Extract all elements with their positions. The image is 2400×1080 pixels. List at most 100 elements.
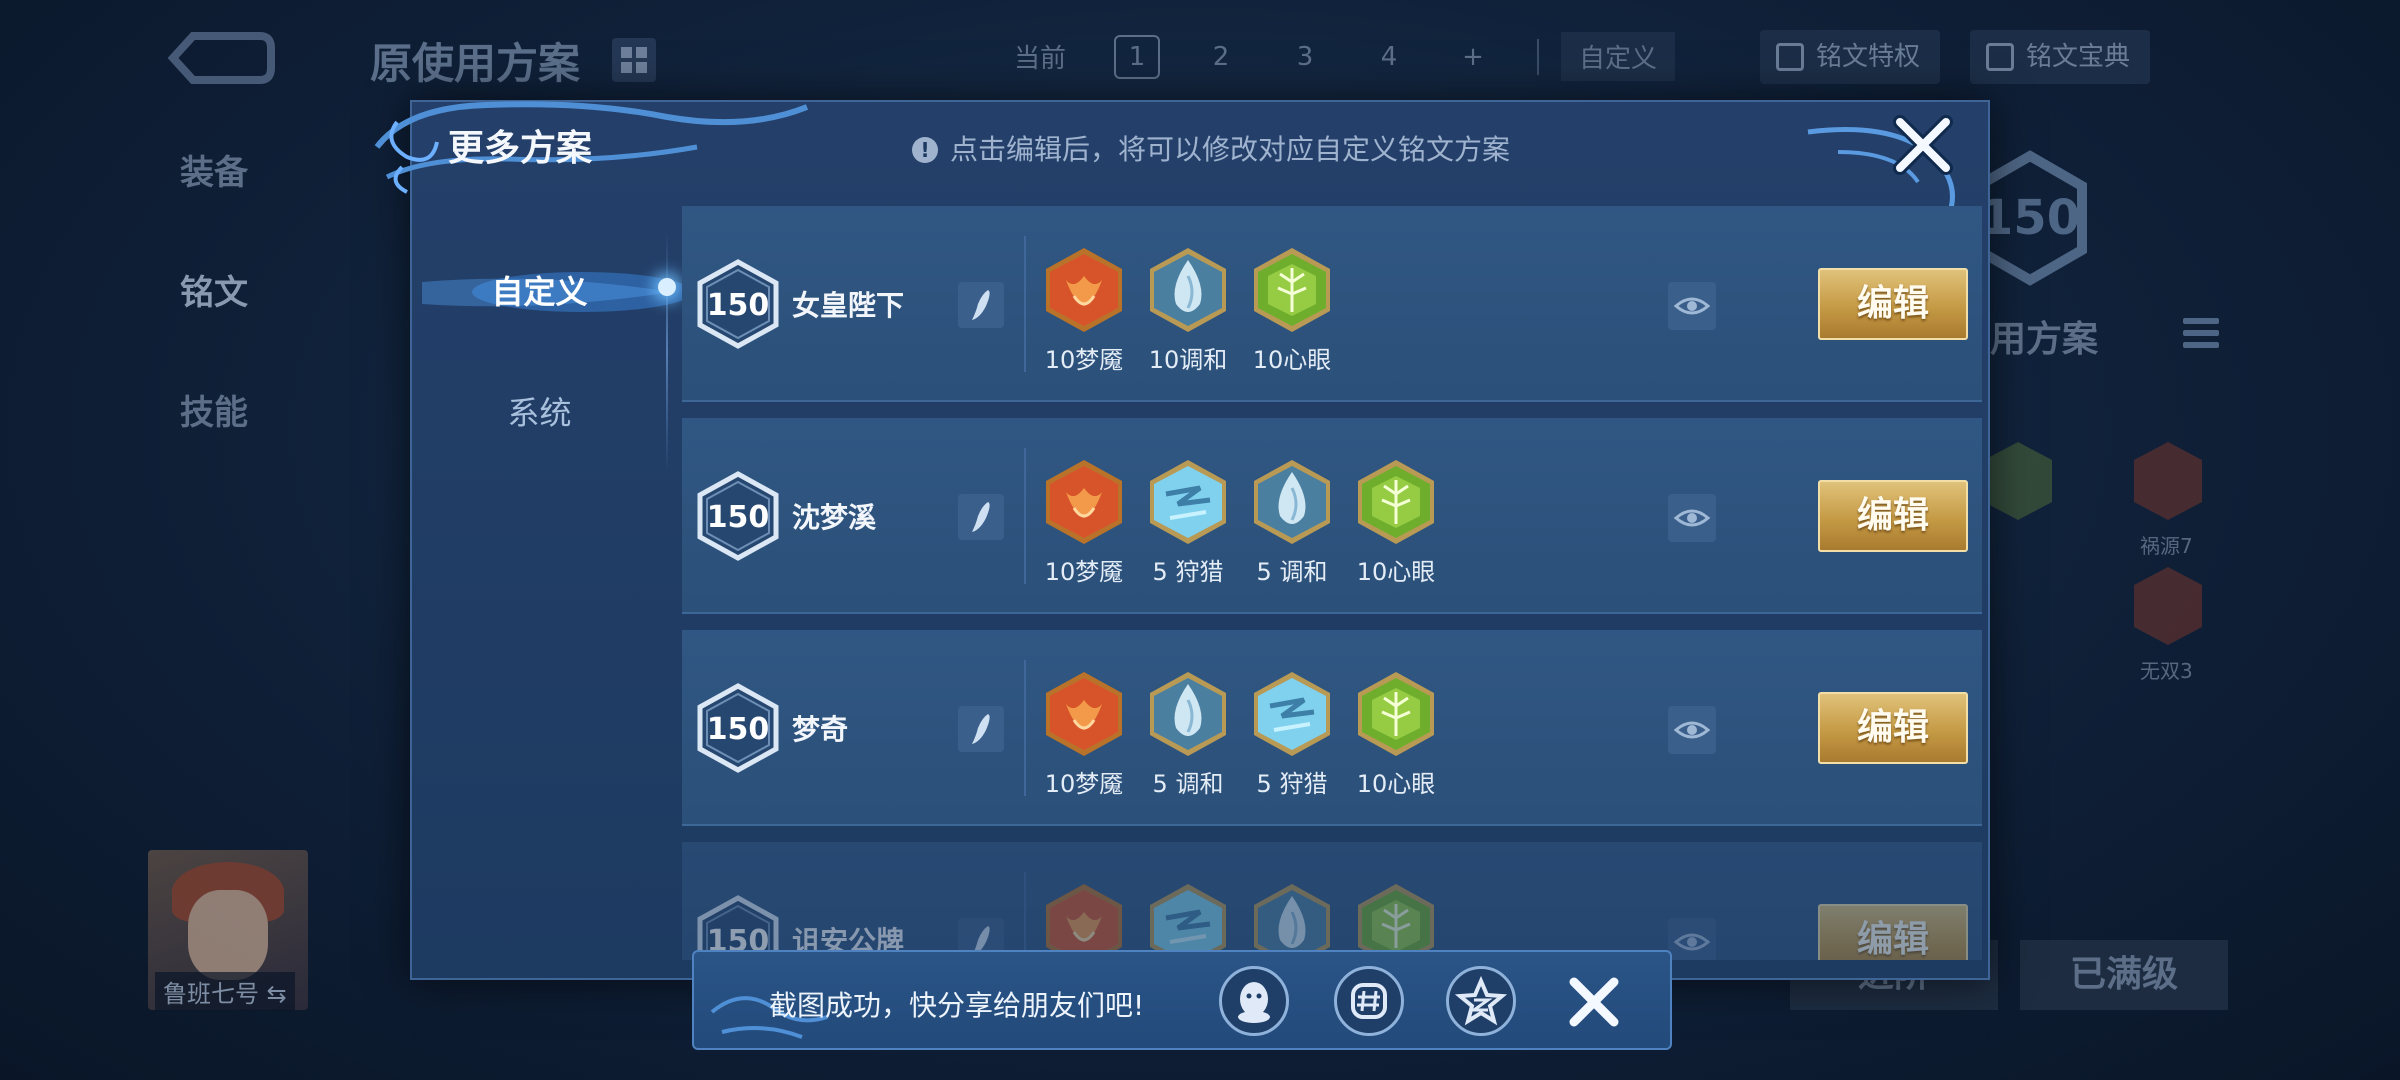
- rename-button[interactable]: [958, 494, 1004, 540]
- toast-message: 截图成功，快分享给朋友们吧!: [769, 989, 1145, 1022]
- eye-icon: [1673, 509, 1711, 527]
- row-divider: [1024, 872, 1026, 960]
- hero-name[interactable]: 鲁班七号 ⇆: [155, 972, 295, 1011]
- plan-level-badge: 150: [697, 471, 779, 561]
- rune-green: 10心眼: [1240, 246, 1344, 375]
- divider: [1537, 38, 1539, 75]
- preview-button[interactable]: [1668, 918, 1716, 960]
- rune-count-label: 10调和: [1148, 346, 1228, 374]
- plan-tab-3[interactable]: 3: [1263, 42, 1347, 72]
- rune-count-label: 10心眼: [1356, 558, 1436, 586]
- max-level-button[interactable]: 已满级: [2020, 940, 2228, 1010]
- rune-codex-label: 铭文宝典: [2026, 42, 2131, 72]
- rune-cyan: 5 狩猎: [1136, 458, 1240, 587]
- rune-privilege-label: 铭文特权: [1816, 42, 1921, 72]
- plan-row[interactable]: 150 女皇陛下 10梦魇 10调和 10心眼 编辑: [682, 206, 1982, 402]
- background-rune-red: [2134, 442, 2202, 520]
- rune-red: 10梦魇: [1032, 670, 1136, 799]
- plan-level-badge: 150: [697, 259, 779, 349]
- eye-icon: [1673, 297, 1711, 315]
- rune-count-label: 5 狩猎: [1256, 770, 1328, 798]
- rune-red: 10梦魇: [1032, 458, 1136, 587]
- dialog-hint: ! 点击编辑后，将可以修改对应自定义铭文方案: [912, 128, 1510, 168]
- plan-level: 150: [707, 712, 770, 747]
- rune-blue-icon: [1240, 882, 1344, 960]
- rune-count-label: 5 调和: [1256, 558, 1328, 586]
- rune-blue: 5 调和: [1240, 458, 1344, 587]
- rune-count-label: 10心眼: [1356, 770, 1436, 798]
- hint-text: 点击编辑后，将可以修改对应自定义铭文方案: [950, 133, 1511, 166]
- qzone-icon: [1454, 975, 1508, 1026]
- edit-button[interactable]: 编辑: [1818, 692, 1968, 764]
- rune-green-icon: [1344, 458, 1448, 546]
- preview-button[interactable]: [1668, 706, 1716, 754]
- rune-red-icon: [1032, 882, 1136, 960]
- background-title: 原使用方案: [370, 39, 581, 88]
- rename-button[interactable]: [958, 706, 1004, 752]
- row-divider: [1024, 448, 1026, 584]
- more-plans-dialog: 更多方案 ! 点击编辑后，将可以修改对应自定义铭文方案 自定义 系统 150 女皇…: [374, 100, 1990, 980]
- share-moments-button[interactable]: [1334, 966, 1404, 1036]
- menu-icon[interactable]: [2183, 318, 2219, 354]
- row-divider: [1024, 236, 1026, 372]
- plan-list[interactable]: 150 女皇陛下 10梦魇 10调和 10心眼 编辑 150 沈梦溪 10梦魇 …: [682, 206, 1982, 960]
- tab-custom[interactable]: 自定义: [412, 267, 667, 313]
- side-nav-runes[interactable]: 铭文: [180, 265, 248, 314]
- plan-level: 150: [707, 288, 770, 323]
- edit-button[interactable]: 编辑: [1818, 268, 1968, 340]
- preview-button[interactable]: [1668, 282, 1716, 330]
- plan-tab-2[interactable]: 2: [1179, 42, 1263, 72]
- rune-green: 10心眼: [1344, 670, 1448, 799]
- background-using-label: 用方案: [1990, 319, 2099, 360]
- rune-count-label: 10心眼: [1252, 346, 1332, 374]
- rune-codex-button[interactable]: 铭文宝典: [1970, 30, 2151, 84]
- edit-button[interactable]: 编辑: [1818, 904, 1968, 960]
- rune-cyan-icon: [1240, 670, 1344, 758]
- rune-green: [1344, 882, 1448, 960]
- rune-red: 10梦魇: [1032, 246, 1136, 375]
- toast-close-icon[interactable]: [1564, 972, 1624, 1032]
- plan-row[interactable]: 150 诅安公牌 编辑: [682, 842, 1982, 960]
- screenshot-toast: 截图成功，快分享给朋友们吧!: [692, 950, 1672, 1050]
- edit-button[interactable]: 编辑: [1818, 480, 1968, 552]
- background-rune-label: 祸源7: [2140, 534, 2193, 558]
- background-rune-red-2: [2134, 567, 2202, 645]
- rename-button[interactable]: [958, 282, 1004, 328]
- background-rune-green: [1984, 442, 2052, 520]
- rune-blue-icon: [1136, 670, 1240, 758]
- plan-tab-1[interactable]: 1: [1114, 34, 1160, 79]
- side-nav-equipment[interactable]: 装备: [180, 145, 248, 194]
- plan-tab-4[interactable]: 4: [1347, 42, 1431, 72]
- share-qq-button[interactable]: [1219, 966, 1289, 1036]
- plan-level-badge: 150: [697, 683, 779, 773]
- rune-red: [1032, 882, 1136, 960]
- rune-privilege-button[interactable]: 铭文特权: [1760, 30, 1941, 84]
- side-nav-skills[interactable]: 技能: [180, 385, 248, 434]
- rune-list: 10梦魇 5 调和 5 狩猎 10心眼: [1032, 670, 1448, 799]
- background-rune-label: 无双3: [2140, 659, 2193, 683]
- plan-name: 梦奇: [792, 713, 849, 746]
- tab-system[interactable]: 系统: [412, 388, 667, 434]
- rune-red-icon: [1032, 670, 1136, 758]
- rune-red-icon: [1032, 458, 1136, 546]
- rune-blue: 10调和: [1136, 246, 1240, 375]
- rune-green: 10心眼: [1344, 458, 1448, 587]
- rune-list: [1032, 882, 1448, 960]
- background-plan-tabs: 当前 1 2 3 4 + 自定义: [985, 32, 1676, 81]
- brush-icon: [972, 290, 990, 320]
- grid-icon[interactable]: [612, 38, 656, 82]
- custom-plan-button[interactable]: 自定义: [1561, 32, 1676, 81]
- preview-button[interactable]: [1668, 494, 1716, 542]
- rune-count-label: 10梦魇: [1044, 770, 1124, 798]
- back-icon[interactable]: [165, 28, 275, 90]
- rune-red-icon: [1032, 246, 1136, 334]
- close-icon[interactable]: [1892, 114, 1954, 176]
- share-qzone-button[interactable]: [1446, 966, 1516, 1036]
- book-icon: [1776, 43, 1804, 71]
- plan-row[interactable]: 150 梦奇 10梦魇 5 调和 5 狩猎 10心眼 编辑: [682, 630, 1982, 826]
- plan-tab-add[interactable]: +: [1431, 42, 1515, 72]
- rune-count-label: 10梦魇: [1044, 346, 1124, 374]
- background-badge-level: 150: [1980, 190, 2080, 246]
- plan-row[interactable]: 150 沈梦溪 10梦魇 5 狩猎 5 调和 10心眼 编辑: [682, 418, 1982, 614]
- rune-cyan: [1136, 882, 1240, 960]
